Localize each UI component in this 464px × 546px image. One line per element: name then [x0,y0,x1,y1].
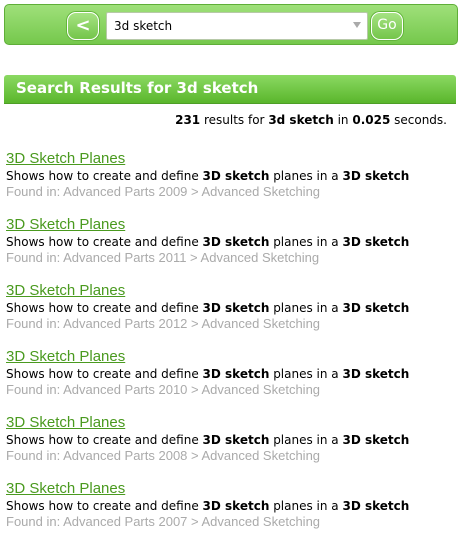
top-search-bar: < Go [4,4,458,45]
result-title-link[interactable]: 3D Sketch Planes [6,150,456,168]
summary-text: results for [200,113,269,127]
results-list: 3D Sketch Planes Shows how to create and… [6,150,456,546]
result-location: Found in: Advanced Parts 2008 > Advanced… [6,448,321,463]
result-location: Found in: Advanced Parts 2009 > Advanced… [6,184,321,199]
search-input[interactable] [107,13,346,39]
result-title-link[interactable]: 3D Sketch Planes [6,282,456,300]
result-description: Shows how to create and define 3D sketch… [6,367,410,381]
result-item: 3D Sketch Planes Shows how to create and… [6,480,456,546]
result-location: Found in: Advanced Parts 2011 > Advanced… [6,250,320,265]
result-description: Shows how to create and define 3D sketch… [6,235,410,249]
result-location: Found in: Advanced Parts 2012 > Advanced… [6,316,321,331]
results-header-title: Search Results for 3d sketch [16,79,259,97]
result-title-link[interactable]: 3D Sketch Planes [6,348,456,366]
result-title-link[interactable]: 3D Sketch Planes [6,480,456,498]
result-item: 3D Sketch Planes Shows how to create and… [6,282,456,348]
go-button[interactable]: Go [371,12,403,40]
results-summary: 231 results for 3d sketch in 0.025 secon… [175,113,447,127]
result-location: Found in: Advanced Parts 2007 > Advanced… [6,514,321,529]
result-item: 3D Sketch Planes Shows how to create and… [6,216,456,282]
summary-seconds: 0.025 [352,113,391,127]
result-description: Shows how to create and define 3D sketch… [6,499,410,513]
dropdown-arrow-icon[interactable] [353,22,361,28]
summary-text: in [333,113,353,127]
result-title-link[interactable]: 3D Sketch Planes [6,216,456,234]
result-description: Shows how to create and define 3D sketch… [6,169,410,183]
back-button[interactable]: < [67,12,99,40]
result-item: 3D Sketch Planes Shows how to create and… [6,348,456,414]
summary-text: seconds. [390,113,447,127]
result-description: Shows how to create and define 3D sketch… [6,301,410,315]
results-count: 231 [175,113,201,127]
search-box[interactable] [106,12,368,40]
results-header: Search Results for 3d sketch [4,75,456,104]
result-title-link[interactable]: 3D Sketch Planes [6,414,456,432]
summary-query: 3d sketch [268,113,334,127]
result-location: Found in: Advanced Parts 2010 > Advanced… [6,382,321,397]
result-item: 3D Sketch Planes Shows how to create and… [6,150,456,216]
result-description: Shows how to create and define 3D sketch… [6,433,410,447]
result-item: 3D Sketch Planes Shows how to create and… [6,414,456,480]
